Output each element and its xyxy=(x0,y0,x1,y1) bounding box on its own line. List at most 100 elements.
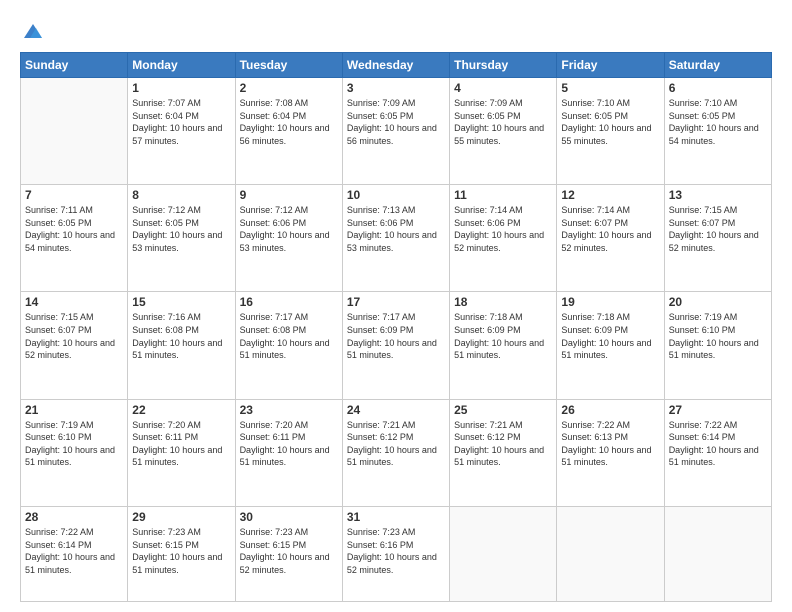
calendar-cell: 4 Sunrise: 7:09 AMSunset: 6:05 PMDaylight… xyxy=(450,78,557,185)
day-detail: Sunrise: 7:13 AMSunset: 6:06 PMDaylight:… xyxy=(347,204,445,254)
calendar-cell: 22 Sunrise: 7:20 AMSunset: 6:11 PMDayligh… xyxy=(128,399,235,506)
calendar-cell: 8 Sunrise: 7:12 AMSunset: 6:05 PMDaylight… xyxy=(128,185,235,292)
day-detail: Sunrise: 7:20 AMSunset: 6:11 PMDaylight:… xyxy=(240,419,338,469)
day-number: 6 xyxy=(669,81,767,95)
day-detail: Sunrise: 7:23 AMSunset: 6:15 PMDaylight:… xyxy=(240,526,338,576)
calendar-cell: 26 Sunrise: 7:22 AMSunset: 6:13 PMDayligh… xyxy=(557,399,664,506)
day-detail: Sunrise: 7:09 AMSunset: 6:05 PMDaylight:… xyxy=(347,97,445,147)
day-number: 3 xyxy=(347,81,445,95)
day-number: 22 xyxy=(132,403,230,417)
day-detail: Sunrise: 7:16 AMSunset: 6:08 PMDaylight:… xyxy=(132,311,230,361)
day-number: 25 xyxy=(454,403,552,417)
day-number: 31 xyxy=(347,510,445,524)
day-detail: Sunrise: 7:15 AMSunset: 6:07 PMDaylight:… xyxy=(669,204,767,254)
day-number: 4 xyxy=(454,81,552,95)
day-number: 18 xyxy=(454,295,552,309)
calendar-cell: 28 Sunrise: 7:22 AMSunset: 6:14 PMDayligh… xyxy=(21,506,128,601)
calendar-cell: 14 Sunrise: 7:15 AMSunset: 6:07 PMDayligh… xyxy=(21,292,128,399)
calendar-cell: 24 Sunrise: 7:21 AMSunset: 6:12 PMDayligh… xyxy=(342,399,449,506)
calendar-week-1: 1Sunrise: 7:07 AMSunset: 6:04 PMDaylight… xyxy=(21,78,772,185)
day-detail: Sunrise: 7:22 AMSunset: 6:13 PMDaylight:… xyxy=(561,419,659,469)
day-detail: Sunrise: 7:15 AMSunset: 6:07 PMDaylight:… xyxy=(25,311,123,361)
day-detail: Sunrise: 7:12 AMSunset: 6:06 PMDaylight:… xyxy=(240,204,338,254)
calendar-cell xyxy=(664,506,771,601)
day-number: 20 xyxy=(669,295,767,309)
day-detail: Sunrise: 7:23 AMSunset: 6:15 PMDaylight:… xyxy=(132,526,230,576)
day-number: 19 xyxy=(561,295,659,309)
day-number: 24 xyxy=(347,403,445,417)
day-number: 11 xyxy=(454,188,552,202)
day-number: 26 xyxy=(561,403,659,417)
calendar-cell: 15 Sunrise: 7:16 AMSunset: 6:08 PMDayligh… xyxy=(128,292,235,399)
day-number: 13 xyxy=(669,188,767,202)
day-detail: Sunrise: 7:18 AMSunset: 6:09 PMDaylight:… xyxy=(454,311,552,361)
calendar-cell: 1Sunrise: 7:07 AMSunset: 6:04 PMDaylight… xyxy=(128,78,235,185)
day-detail: Sunrise: 7:17 AMSunset: 6:08 PMDaylight:… xyxy=(240,311,338,361)
calendar-cell: 9 Sunrise: 7:12 AMSunset: 6:06 PMDaylight… xyxy=(235,185,342,292)
calendar-cell: 12 Sunrise: 7:14 AMSunset: 6:07 PMDayligh… xyxy=(557,185,664,292)
calendar-cell: 18 Sunrise: 7:18 AMSunset: 6:09 PMDayligh… xyxy=(450,292,557,399)
header xyxy=(20,18,772,42)
day-number: 21 xyxy=(25,403,123,417)
calendar-header-monday: Monday xyxy=(128,53,235,78)
day-detail: Sunrise: 7:18 AMSunset: 6:09 PMDaylight:… xyxy=(561,311,659,361)
calendar-header-tuesday: Tuesday xyxy=(235,53,342,78)
calendar-cell: 11 Sunrise: 7:14 AMSunset: 6:06 PMDayligh… xyxy=(450,185,557,292)
logo xyxy=(20,18,44,42)
day-detail: Sunrise: 7:19 AMSunset: 6:10 PMDaylight:… xyxy=(669,311,767,361)
day-detail: Sunrise: 7:23 AMSunset: 6:16 PMDaylight:… xyxy=(347,526,445,576)
logo-icon xyxy=(22,20,44,42)
day-number: 28 xyxy=(25,510,123,524)
calendar-cell xyxy=(557,506,664,601)
day-detail: Sunrise: 7:10 AMSunset: 6:05 PMDaylight:… xyxy=(669,97,767,147)
day-number: 8 xyxy=(132,188,230,202)
day-number: 1 xyxy=(132,81,230,95)
day-detail: Sunrise: 7:22 AMSunset: 6:14 PMDaylight:… xyxy=(25,526,123,576)
day-detail: Sunrise: 7:09 AMSunset: 6:05 PMDaylight:… xyxy=(454,97,552,147)
day-detail: Sunrise: 7:19 AMSunset: 6:10 PMDaylight:… xyxy=(25,419,123,469)
day-number: 16 xyxy=(240,295,338,309)
calendar-header-friday: Friday xyxy=(557,53,664,78)
day-number: 23 xyxy=(240,403,338,417)
calendar-cell: 31 Sunrise: 7:23 AMSunset: 6:16 PMDayligh… xyxy=(342,506,449,601)
calendar-cell: 6 Sunrise: 7:10 AMSunset: 6:05 PMDaylight… xyxy=(664,78,771,185)
day-number: 17 xyxy=(347,295,445,309)
day-number: 14 xyxy=(25,295,123,309)
calendar-cell xyxy=(21,78,128,185)
calendar-cell: 30 Sunrise: 7:23 AMSunset: 6:15 PMDayligh… xyxy=(235,506,342,601)
day-number: 9 xyxy=(240,188,338,202)
day-detail: Sunrise: 7:14 AMSunset: 6:07 PMDaylight:… xyxy=(561,204,659,254)
calendar-cell: 5 Sunrise: 7:10 AMSunset: 6:05 PMDaylight… xyxy=(557,78,664,185)
calendar-cell xyxy=(450,506,557,601)
day-detail: Sunrise: 7:20 AMSunset: 6:11 PMDaylight:… xyxy=(132,419,230,469)
day-number: 5 xyxy=(561,81,659,95)
day-number: 15 xyxy=(132,295,230,309)
page: SundayMondayTuesdayWednesdayThursdayFrid… xyxy=(0,0,792,612)
calendar-cell: 10 Sunrise: 7:13 AMSunset: 6:06 PMDayligh… xyxy=(342,185,449,292)
calendar-header-row: SundayMondayTuesdayWednesdayThursdayFrid… xyxy=(21,53,772,78)
day-number: 10 xyxy=(347,188,445,202)
day-number: 7 xyxy=(25,188,123,202)
calendar-table: SundayMondayTuesdayWednesdayThursdayFrid… xyxy=(20,52,772,602)
calendar-week-3: 14 Sunrise: 7:15 AMSunset: 6:07 PMDayligh… xyxy=(21,292,772,399)
calendar-cell: 16 Sunrise: 7:17 AMSunset: 6:08 PMDayligh… xyxy=(235,292,342,399)
day-number: 30 xyxy=(240,510,338,524)
day-detail: Sunrise: 7:11 AMSunset: 6:05 PMDaylight:… xyxy=(25,204,123,254)
day-number: 2 xyxy=(240,81,338,95)
calendar-cell: 2Sunrise: 7:08 AMSunset: 6:04 PMDaylight… xyxy=(235,78,342,185)
calendar-cell: 19 Sunrise: 7:18 AMSunset: 6:09 PMDayligh… xyxy=(557,292,664,399)
day-detail: Sunrise: 7:14 AMSunset: 6:06 PMDaylight:… xyxy=(454,204,552,254)
calendar-cell: 13 Sunrise: 7:15 AMSunset: 6:07 PMDayligh… xyxy=(664,185,771,292)
calendar-header-wednesday: Wednesday xyxy=(342,53,449,78)
day-detail: Sunrise: 7:10 AMSunset: 6:05 PMDaylight:… xyxy=(561,97,659,147)
day-number: 12 xyxy=(561,188,659,202)
day-detail: Sunrise: 7:21 AMSunset: 6:12 PMDaylight:… xyxy=(454,419,552,469)
day-detail: Sunrise: 7:22 AMSunset: 6:14 PMDaylight:… xyxy=(669,419,767,469)
calendar-cell: 25 Sunrise: 7:21 AMSunset: 6:12 PMDayligh… xyxy=(450,399,557,506)
calendar-cell: 23 Sunrise: 7:20 AMSunset: 6:11 PMDayligh… xyxy=(235,399,342,506)
calendar-header-sunday: Sunday xyxy=(21,53,128,78)
day-detail: Sunrise: 7:12 AMSunset: 6:05 PMDaylight:… xyxy=(132,204,230,254)
calendar-cell: 27Sunrise: 7:22 AMSunset: 6:14 PMDayligh… xyxy=(664,399,771,506)
day-detail: Sunrise: 7:21 AMSunset: 6:12 PMDaylight:… xyxy=(347,419,445,469)
calendar-header-saturday: Saturday xyxy=(664,53,771,78)
